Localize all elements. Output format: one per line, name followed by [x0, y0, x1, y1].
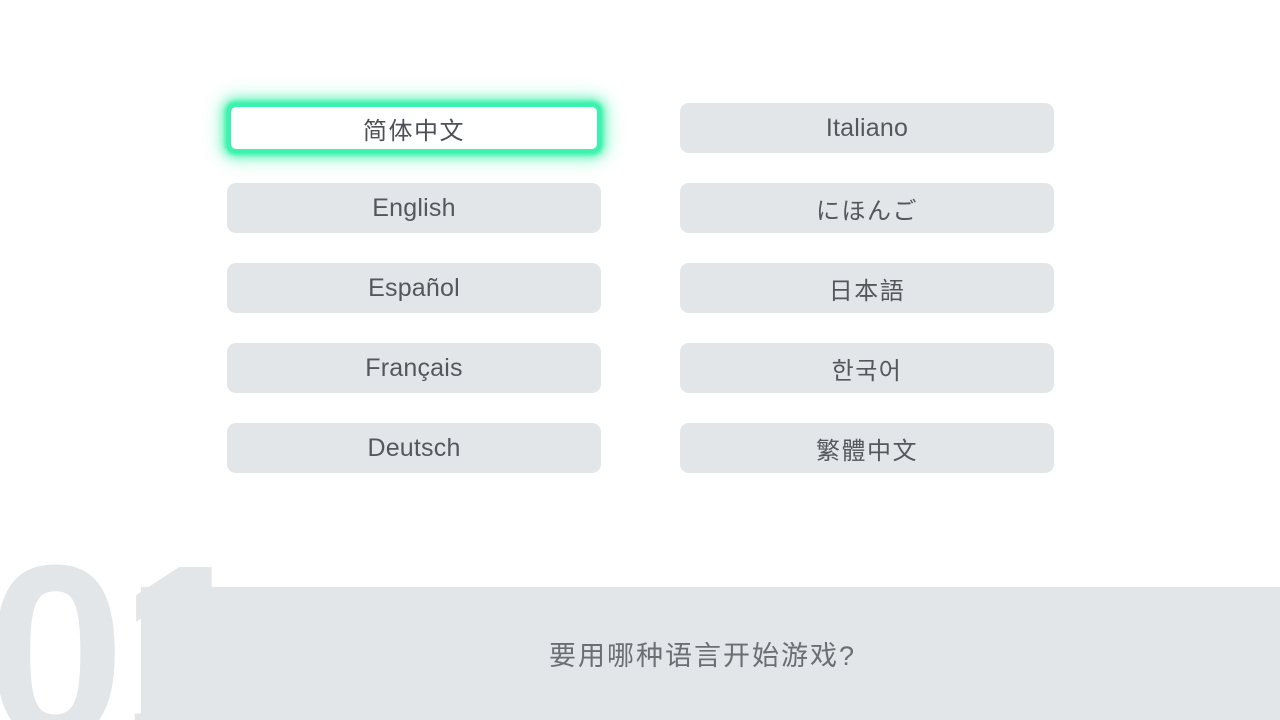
language-option-label: English	[372, 193, 456, 222]
language-option-button[interactable]: にほんご	[680, 183, 1054, 233]
language-option-label: 한국어	[831, 357, 903, 385]
language-option-button[interactable]: 繁體中文	[680, 423, 1054, 473]
language-option-label: Español	[368, 273, 460, 302]
language-option-label: 日本語	[828, 277, 906, 305]
prompt-bar: 要用哪种语言开始游戏?	[141, 587, 1280, 720]
language-option-label: Deutsch	[367, 433, 461, 462]
language-option-button[interactable]: Deutsch	[227, 423, 601, 473]
language-option-button[interactable]: Italiano	[680, 103, 1054, 153]
language-select-screen: 01 简体中文 English Español Français Deutsch Ita…	[0, 0, 1280, 720]
language-option-label: Français	[365, 353, 463, 382]
language-option-button[interactable]: Français	[227, 343, 601, 393]
prompt-text: 要用哪种语言开始游戏?	[548, 641, 857, 671]
language-option-label: 繁體中文	[816, 437, 918, 465]
language-column-left: 简体中文 English Español Français Deutsch	[227, 103, 601, 473]
language-column-right: Italiano にほんご日本語 한국어 繁體中文	[680, 103, 1054, 473]
language-option-selected[interactable]: 简体中文	[227, 103, 601, 153]
language-option-label: 简体中文	[363, 117, 465, 145]
language-option-button[interactable]: 日本語	[680, 263, 1054, 313]
language-option-button[interactable]: English	[227, 183, 601, 233]
language-option-button[interactable]: 한국어	[680, 343, 1054, 393]
language-option-label: Italiano	[825, 113, 909, 142]
language-option-button[interactable]: Español	[227, 263, 601, 313]
language-option-label: にほんご	[816, 197, 918, 225]
language-options-grid: 简体中文 English Español Français Deutsch Italia…	[227, 103, 1054, 503]
